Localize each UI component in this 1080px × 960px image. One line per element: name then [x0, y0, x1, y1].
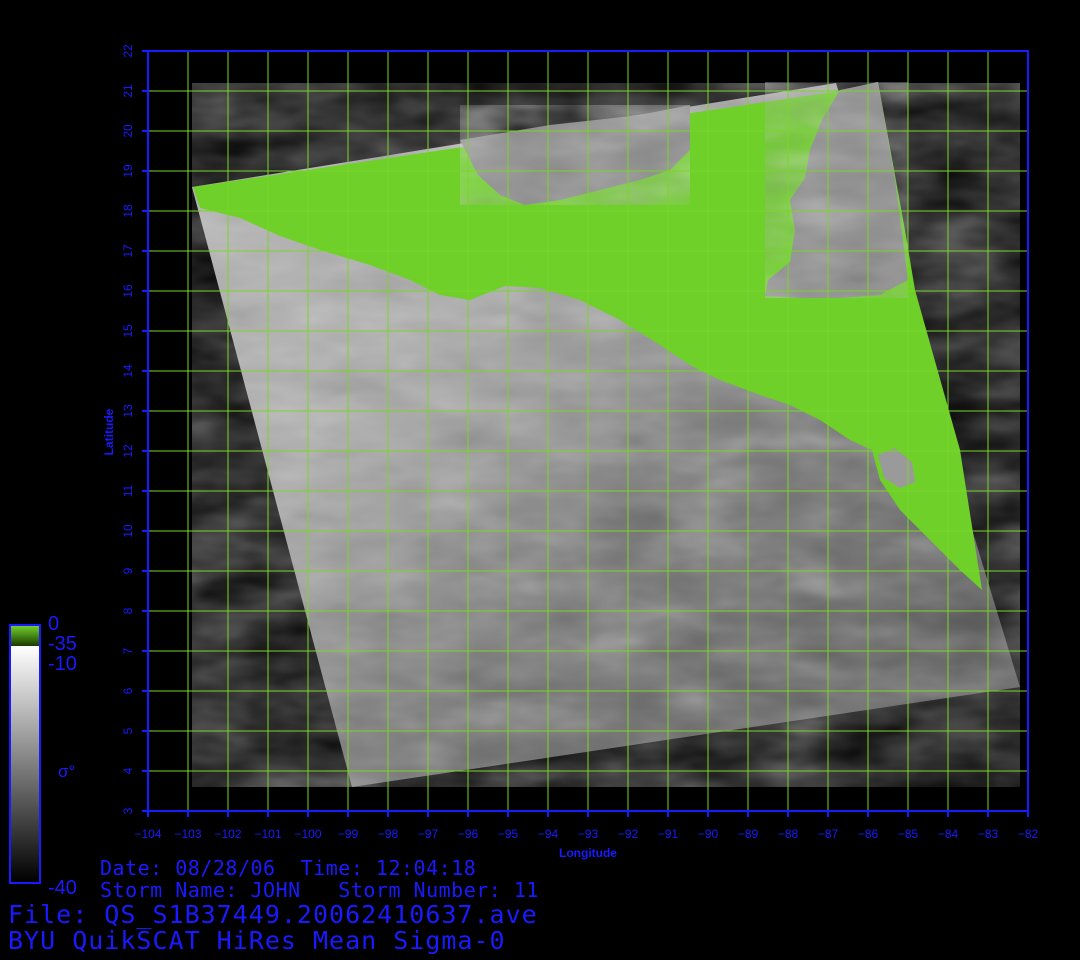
- latitude-tick-label: 17: [121, 244, 135, 258]
- longitude-tick-label: −99: [338, 827, 359, 841]
- longitude-tick-label: −87: [818, 827, 839, 841]
- sigma0-colorbar: [9, 624, 41, 884]
- latitude-tick-label: 13: [121, 404, 135, 418]
- longitude-tick-label: −93: [578, 827, 599, 841]
- colorbar-gray-ramp: [11, 646, 39, 882]
- longitude-tick-label: −84: [938, 827, 959, 841]
- longitude-tick-label: −85: [898, 827, 919, 841]
- longitude-tick-label: −91: [658, 827, 679, 841]
- longitude-tick-label: −88: [778, 827, 799, 841]
- longitude-tick-label: −100: [294, 827, 321, 841]
- colorbar-sigma-symbol: σ°: [58, 762, 76, 781]
- y-axis-title: Latitude: [102, 408, 116, 455]
- colorbar-label-white: -10: [48, 653, 77, 675]
- map-plot: −104 −103 −102 −101 −100 −99 −98 −97 −96 −95 −94 −9…: [102, 44, 1039, 860]
- date-time-line: Date: 08/28/06 Time: 12:04:18: [100, 856, 477, 880]
- latitude-tick-label: 21: [121, 84, 135, 98]
- latitude-tick-label: 5: [121, 727, 135, 734]
- longitude-tick-label: −104: [134, 827, 161, 841]
- latitude-tick-labels: 3 4 5 6 7 8 9 10 11 12 13 14 15 16 17 18 19 20 21 22: [121, 44, 148, 814]
- storm-info-line: Storm Name: JOHN Storm Number: 11: [100, 878, 539, 902]
- longitude-tick-label: −82: [1018, 827, 1039, 841]
- file-name-line: File: QS_S1B37449.20062410637.ave: [8, 900, 538, 929]
- latitude-tick-label: 8: [121, 607, 135, 614]
- latitude-tick-label: 6: [121, 687, 135, 694]
- longitude-tick-label: −102: [214, 827, 241, 841]
- latitude-tick-label: 10: [121, 524, 135, 538]
- longitude-tick-label: −92: [618, 827, 639, 841]
- latitude-tick-label: 22: [121, 44, 135, 58]
- longitude-tick-label: −98: [378, 827, 399, 841]
- longitude-tick-label: −89: [738, 827, 759, 841]
- scatterometer-swath: [192, 82, 1020, 787]
- latitude-tick-label: 7: [121, 647, 135, 654]
- latitude-tick-label: 4: [121, 767, 135, 774]
- latitude-tick-label: 9: [121, 567, 135, 574]
- longitude-tick-label: −94: [538, 827, 559, 841]
- x-axis-title: Longitude: [559, 846, 617, 860]
- longitude-tick-label: −83: [978, 827, 999, 841]
- latitude-tick-label: 12: [121, 444, 135, 458]
- longitude-tick-label: −86: [858, 827, 879, 841]
- colorbar-label-green: -35: [48, 633, 77, 655]
- colorbar-label-bottom: -40: [48, 877, 77, 899]
- longitude-tick-labels: −104 −103 −102 −101 −100 −99 −98 −97 −96 −95 −94 −9…: [134, 811, 1039, 841]
- longitude-tick-label: −90: [698, 827, 719, 841]
- latitude-tick-label: 11: [121, 484, 135, 497]
- latitude-tick-label: 18: [121, 204, 135, 218]
- longitude-tick-label: −96: [458, 827, 479, 841]
- product-title-line: BYU QuikSCAT HiRes Mean Sigma-0: [8, 926, 506, 955]
- longitude-tick-label: −101: [254, 827, 281, 841]
- longitude-tick-label: −95: [498, 827, 519, 841]
- longitude-tick-label: −97: [418, 827, 439, 841]
- latitude-tick-label: 14: [121, 364, 135, 378]
- latitude-tick-label: 16: [121, 284, 135, 298]
- colorbar-label-top: 0: [48, 613, 60, 635]
- latitude-tick-label: 20: [121, 124, 135, 138]
- latitude-tick-label: 3: [121, 807, 135, 814]
- colorbar-land-segment: [11, 626, 39, 647]
- longitude-tick-label: −103: [174, 827, 201, 841]
- latitude-tick-label: 19: [121, 164, 135, 178]
- latitude-tick-label: 15: [121, 324, 135, 338]
